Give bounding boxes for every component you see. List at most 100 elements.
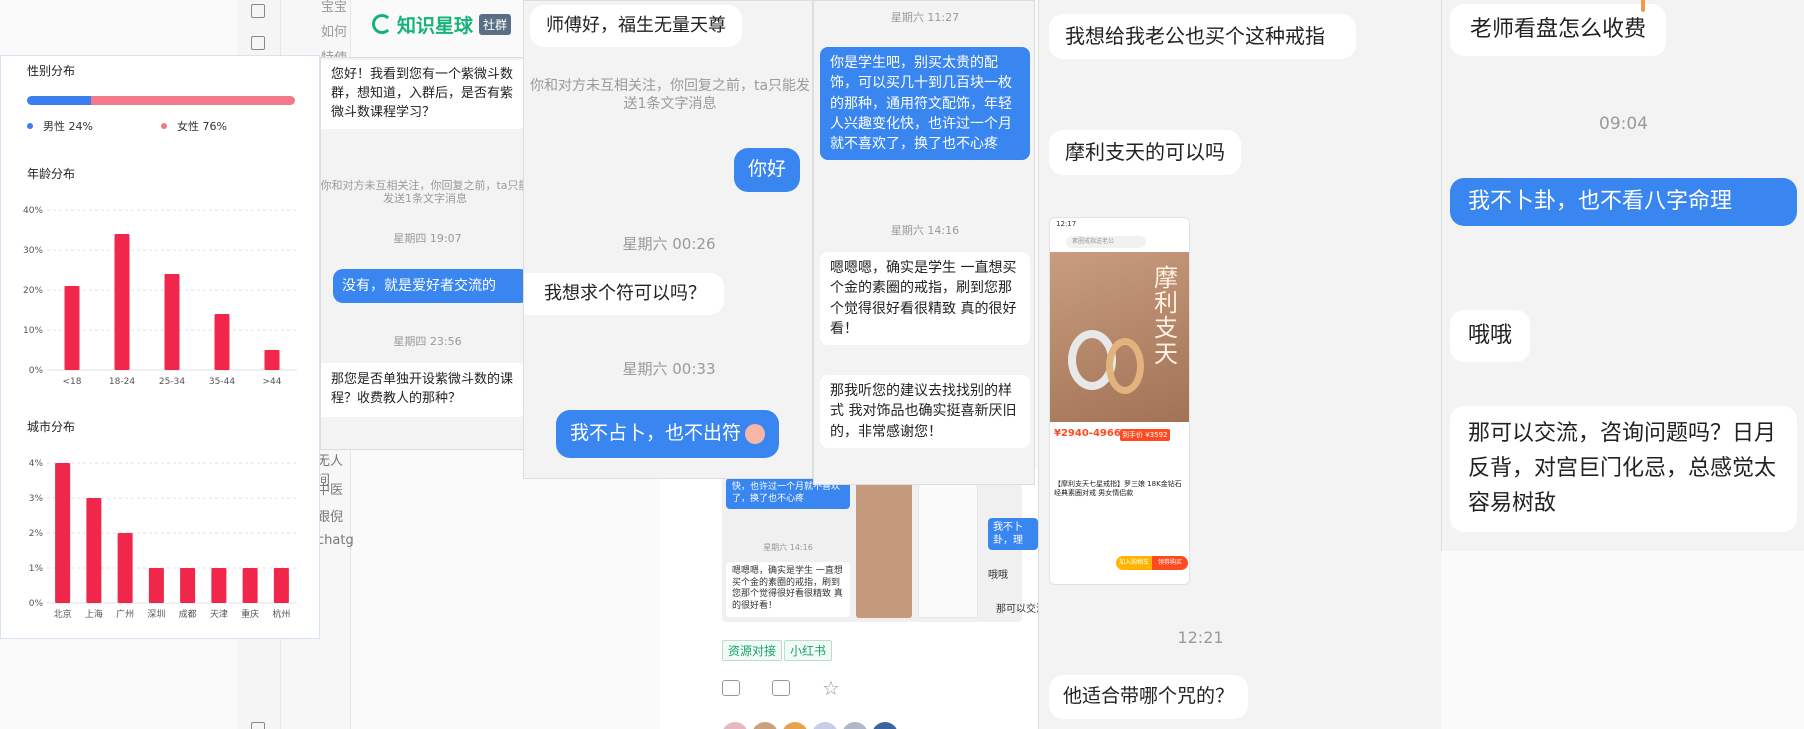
emoji-icon bbox=[745, 423, 766, 444]
bar bbox=[148, 568, 164, 603]
logo-icon bbox=[372, 14, 392, 34]
bg-item[interactable]: 如何 bbox=[321, 21, 347, 40]
attachment-dot bbox=[1641, 0, 1645, 12]
message-outgoing: 你是学生吧，别买太贵的配饰，可以买几十到几百块一枚的那种，通用符文配饰，年轻人兴… bbox=[820, 47, 1030, 161]
copy-icon[interactable] bbox=[251, 36, 265, 50]
y-tick-label: 1% bbox=[29, 564, 44, 574]
avatar[interactable] bbox=[752, 722, 778, 729]
message-incoming: 那可以交流，咨询问题吗？日月反背，对宫巨门化忌，总感觉太容易树敌 bbox=[1450, 406, 1797, 532]
bg-item[interactable]: chatg bbox=[317, 533, 354, 548]
grid-icon[interactable] bbox=[251, 722, 265, 729]
message-incoming: 哦哦 bbox=[1450, 310, 1531, 362]
city-chart: 0% 1% 2% 3% 4% 北京 上海 广州 深圳 成都 天津 重庆 杭州 bbox=[29, 459, 297, 620]
bar bbox=[180, 568, 196, 603]
male-legend: 男性 24% bbox=[27, 118, 93, 134]
chat-panel-4: 我想给我老公也买个这种戒指 摩利支天的可以吗 12:17 素圈戒指送老公 摩利 … bbox=[1038, 0, 1441, 729]
phone-time: 12:17 bbox=[1056, 220, 1077, 228]
timestamp: 星期四 19:07 bbox=[393, 232, 462, 245]
city-title: 城市分布 bbox=[27, 420, 76, 434]
product-image: 摩利 支天 bbox=[1050, 252, 1189, 422]
x-tick-label: 35-44 bbox=[209, 377, 235, 387]
x-tick-label: 成都 bbox=[179, 608, 197, 620]
avatar[interactable] bbox=[872, 722, 898, 729]
bar bbox=[264, 350, 280, 370]
timestamp: 星期六 00:26 bbox=[622, 235, 716, 253]
add-cart-button[interactable]: 加入购物车 bbox=[1116, 556, 1152, 570]
message-incoming: 嗯嗯嗯，确实是学生 一直想买个金的素圈的戒指，刷到您那个觉得很好看很精致 真的很… bbox=[820, 252, 1030, 346]
comment-icon[interactable] bbox=[772, 680, 790, 696]
zsxq-logo: 知识星球 社群 bbox=[372, 12, 512, 37]
ring-gold bbox=[1106, 338, 1144, 394]
avatar[interactable] bbox=[782, 722, 808, 729]
x-tick-label: 18-24 bbox=[109, 377, 135, 387]
product-screenshot[interactable]: 12:17 素圈戒指送老公 摩利 支天 ¥2940-4966 到手价 ¥3592… bbox=[1049, 217, 1190, 585]
bg-item[interactable]: 中医 bbox=[317, 479, 343, 498]
message-outgoing: 我不卜卦，也不看八字命理 bbox=[1450, 178, 1797, 226]
like-icon[interactable] bbox=[722, 680, 740, 696]
logo-text: 知识星球 bbox=[397, 14, 474, 37]
message-incoming: 师傅好，福生无量天尊 bbox=[530, 5, 742, 48]
mini-phone bbox=[918, 480, 978, 618]
female-dot bbox=[161, 123, 167, 129]
mini-bubble: 嗯嗯嗯，确实是学生 一直想买个金的素圈的戒指，刷到您那个觉得很好看很精致 真的很… bbox=[726, 562, 850, 617]
x-tick-label: 北京 bbox=[54, 608, 72, 620]
age-chart: 0% 10% 20% 30% 40% <18 18-24 25-34 35-44 >44 bbox=[23, 206, 297, 387]
gender-title: 性别分布 bbox=[27, 64, 76, 78]
x-tick-label: 深圳 bbox=[147, 609, 165, 620]
chat-panel-3: 星期六 11:27 你是学生吧，别买太贵的配饰，可以买几十到几百块一枚的那种，通… bbox=[813, 0, 1035, 485]
avatar[interactable] bbox=[722, 722, 748, 729]
timestamp: 星期六 11:27 bbox=[890, 11, 960, 24]
avatar-row bbox=[722, 722, 902, 729]
post-image-mini: 快，也许过一个月就不喜欢了，换了也不心疼 星期六 14:16 嗯嗯嗯，确实是学生… bbox=[722, 476, 1022, 622]
message-incoming: 他适合带哪个咒的？ bbox=[1049, 675, 1249, 719]
phone-search-bar: 素圈戒指送老公 bbox=[1066, 236, 1146, 248]
chat-panel-1: 您好！我看到您有一个紫微斗数群，想知道，入群后，是否有紫微斗数课程学习？ 你和对… bbox=[320, 57, 533, 450]
logo-badge: 社群 bbox=[479, 13, 512, 35]
buy-now-button[interactable]: 领券购买 bbox=[1152, 556, 1188, 570]
calendar-icon[interactable] bbox=[251, 4, 265, 18]
price: ¥2940-4966 bbox=[1054, 428, 1121, 439]
y-tick-label: 40% bbox=[23, 206, 43, 216]
star-icon[interactable]: ☆ bbox=[822, 678, 840, 698]
gender-bar-male bbox=[27, 96, 92, 105]
bar bbox=[55, 463, 71, 603]
message-outgoing: 我不占卜，也不出符 bbox=[556, 410, 780, 458]
bar bbox=[211, 568, 227, 603]
mini-bubble: 哦哦 bbox=[988, 570, 1008, 581]
product-title: 【摩利支天七星戒指】罗三娘 18K金钻石经典素圈对戒 男女情侣款 bbox=[1054, 480, 1182, 498]
timestamp: 星期四 23:56 bbox=[393, 335, 462, 348]
message-incoming: 我想求个符可以吗？ bbox=[524, 273, 724, 316]
y-tick-label: 10% bbox=[23, 326, 43, 336]
message-outgoing: 没有，就是爱好者交流的 bbox=[333, 269, 530, 304]
timestamp: 星期六 14:16 bbox=[890, 224, 960, 237]
brand-line: 支天 bbox=[1154, 314, 1178, 368]
brand-line: 摩利 bbox=[1154, 264, 1178, 318]
avatar[interactable] bbox=[812, 722, 838, 729]
bar bbox=[273, 568, 289, 603]
tag-resource[interactable]: 资源对接 bbox=[722, 640, 783, 661]
timestamp: 12:21 bbox=[1177, 628, 1224, 647]
bar bbox=[164, 274, 180, 370]
x-tick-label: 上海 bbox=[85, 608, 103, 620]
bar bbox=[114, 234, 130, 370]
female-legend: 女性 76% bbox=[161, 118, 227, 134]
message-incoming: 那我听您的建议去找找别的样式 我对饰品也确实挺喜新厌旧的，非常感谢您！ bbox=[820, 375, 1030, 448]
bg-item[interactable]: 宝宝 bbox=[321, 0, 347, 15]
x-tick-label: 重庆 bbox=[241, 608, 259, 620]
y-tick-label: 20% bbox=[23, 286, 43, 296]
message-text: 我不占卜，也不出符 bbox=[570, 422, 742, 444]
y-tick-label: 0% bbox=[29, 366, 44, 376]
mini-product bbox=[856, 480, 912, 618]
message-incoming: 老师看盘怎么收费 bbox=[1450, 4, 1667, 56]
bg-item[interactable]: 跟倪 bbox=[317, 506, 343, 525]
bar bbox=[242, 568, 258, 603]
avatar[interactable] bbox=[842, 722, 868, 729]
brand-title: 摩利 支天 bbox=[1146, 264, 1186, 368]
timestamp: 星期六 00:33 bbox=[622, 360, 716, 378]
bar bbox=[117, 533, 133, 603]
y-tick-label: 4% bbox=[29, 459, 44, 469]
tag-xiaohongshu[interactable]: 小红书 bbox=[784, 640, 833, 661]
follow-notice: 你和对方未互相关注，你回复之前，ta只能发送1条文字消息 bbox=[320, 179, 530, 206]
y-tick-label: 30% bbox=[23, 246, 43, 256]
price-tag: 到手价 ¥3592 bbox=[1120, 429, 1170, 441]
